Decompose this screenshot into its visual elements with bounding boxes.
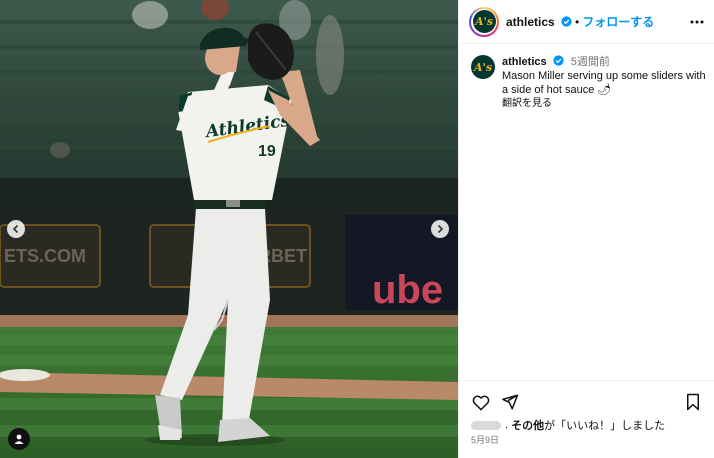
like-button[interactable] (471, 392, 491, 412)
share-icon (502, 394, 519, 410)
likes-separator: . (505, 419, 509, 431)
verified-badge-icon (561, 15, 572, 27)
next-photo-button[interactable] (431, 220, 449, 238)
share-button[interactable] (500, 392, 520, 412)
likes-text: が「いいね！」しました (544, 420, 666, 432)
chevron-left-icon (12, 224, 19, 234)
jersey-number-text: 19 (258, 143, 276, 160)
liker-name-blurred[interactable] (471, 420, 501, 430)
bookmark-icon (687, 393, 699, 411)
user-tag-icon (14, 434, 24, 444)
post-actions (459, 380, 714, 420)
verified-badge-icon (553, 55, 564, 66)
tagged-users-button[interactable] (8, 428, 30, 450)
more-options-button[interactable] (689, 14, 705, 30)
caption-username-text: athletics (502, 56, 547, 68)
post-side-panel: A's athletics • フォローする A's athletics 5週間… (458, 0, 714, 458)
save-button[interactable] (683, 392, 703, 412)
more-options-icon (690, 20, 704, 24)
signboard-left-text: ETS.COM (4, 246, 86, 266)
signboard-ube-text: ube (372, 268, 443, 312)
header-username-text: athletics (506, 14, 555, 29)
previous-photo-button[interactable] (7, 220, 25, 238)
post-caption: A's athletics 5週間前 Mason Miller serving … (471, 55, 711, 111)
follow-button[interactable]: フォローする (582, 13, 654, 30)
likes-others-link[interactable]: その他 (511, 417, 544, 433)
post-photo[interactable]: ETS.COM RBET ube Athletics 19 (0, 0, 458, 458)
baseball-pitcher-image: ETS.COM RBET ube Athletics 19 (0, 0, 458, 458)
post-dialog: ETS.COM RBET ube Athletics 19 A's athlet… (0, 0, 714, 458)
caption-avatar[interactable]: A's (471, 55, 495, 79)
caption-text: Mason Miller serving up some sliders wit… (502, 70, 706, 96)
caption-username[interactable]: athletics (502, 55, 567, 68)
heart-icon (472, 395, 490, 410)
caption-timestamp[interactable]: 5週間前 (571, 56, 610, 68)
chevron-right-icon (437, 224, 444, 234)
header-username[interactable]: athletics (506, 15, 572, 29)
athletics-logo: A's (472, 10, 496, 33)
post-header: A's athletics • フォローする (459, 0, 714, 44)
translate-link[interactable]: 翻訳を見る (502, 97, 711, 111)
header-separator: • (575, 14, 580, 29)
post-date[interactable]: 5月9日 (471, 433, 499, 446)
likes-summary: . その他 が「いいね！」しました (471, 417, 665, 433)
header-avatar[interactable]: A's (469, 6, 499, 37)
